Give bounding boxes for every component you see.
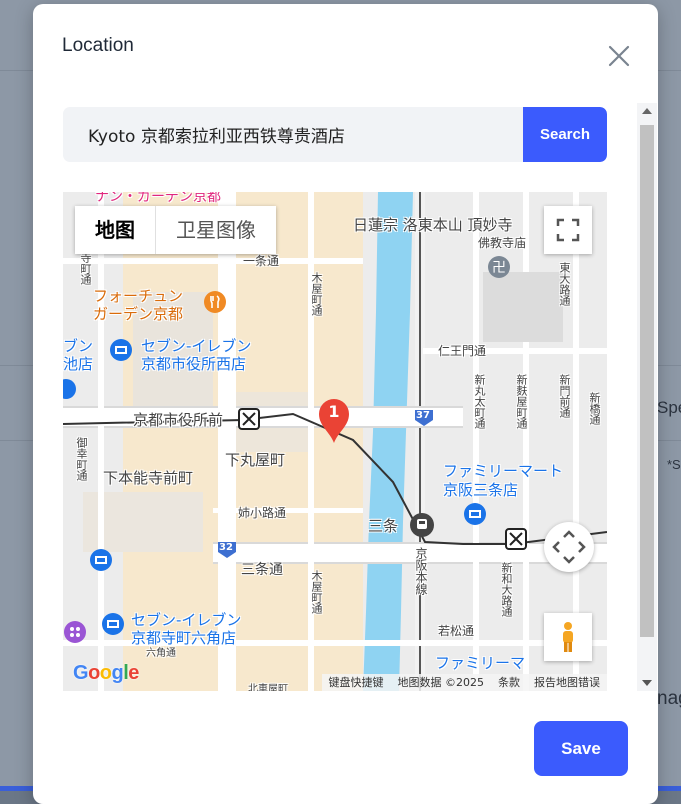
search-button[interactable]: Search xyxy=(523,107,607,162)
location-search-bar: Search xyxy=(63,107,607,162)
map-label-ichijo: 一条通 xyxy=(243,254,280,268)
map-label-seven-left-2: 池店 xyxy=(63,355,94,373)
close-icon xyxy=(608,45,630,67)
pan-arrows-icon xyxy=(552,530,586,564)
fullscreen-button[interactable] xyxy=(544,206,592,254)
map-label-gokomachi: 御幸町通 xyxy=(75,437,88,481)
map-label-anekoji: 姉小路通 xyxy=(238,506,287,520)
map-label-temple: 日蓮宗 洛東本山 頂妙寺 xyxy=(353,216,513,234)
route-32-label: 32 xyxy=(219,542,233,553)
marker-label: 1 xyxy=(328,402,340,421)
map-label-city-hall-station: 京都市役所前 xyxy=(133,411,224,429)
report-error-link[interactable]: 报告地图错误 xyxy=(527,674,607,691)
street-view-button[interactable] xyxy=(544,613,592,661)
map-label-seven-west-2: 京都市役所西店 xyxy=(141,355,247,373)
background-text: nag xyxy=(657,688,681,709)
map-label-higashiyama: 東大路通 xyxy=(558,262,571,306)
convenience-store-icon[interactable] xyxy=(101,612,125,636)
terms-link[interactable]: 条款 xyxy=(491,674,527,691)
map-label-shimohonnoji: 下本能寺前町 xyxy=(103,469,194,487)
convenience-store-icon[interactable] xyxy=(463,502,487,526)
modal-title: Location xyxy=(62,35,134,56)
map-type-satellite-tab[interactable]: 卫星图像 xyxy=(155,206,276,254)
map-label-fortune-2: ガーデン京都 xyxy=(93,305,184,323)
map-label-shinmaruta: 新丸太町通 xyxy=(473,374,486,429)
scroll-down-arrow-icon[interactable] xyxy=(642,680,652,686)
subway-station-icon[interactable] xyxy=(238,408,260,430)
map-data-text: 地图数据 ©2025 xyxy=(397,676,485,689)
map-label-familymart-bottom: ファミリーマ xyxy=(435,654,526,672)
modal-scrollbar[interactable] xyxy=(637,103,657,691)
scroll-thumb[interactable] xyxy=(640,125,654,637)
convenience-store-icon[interactable] xyxy=(63,378,77,400)
train-station-icon[interactable] xyxy=(409,512,435,538)
route-37-label: 37 xyxy=(416,410,430,421)
map-label-keihan: 京阪本線 xyxy=(414,547,428,595)
shopping-icon[interactable] xyxy=(63,620,87,644)
map-label-kiyamachi: 木屋町通 xyxy=(310,272,323,316)
location-modal: Location Search xyxy=(33,4,658,804)
map-type-map-tab[interactable]: 地图 xyxy=(75,206,155,254)
background-text: *S xyxy=(667,457,681,472)
map-label-sanjo-station: 三条 xyxy=(368,517,399,535)
convenience-store-icon[interactable] xyxy=(109,338,133,362)
map-label-shinnawate: 新和大路通 xyxy=(500,562,513,617)
location-marker[interactable]: 1 xyxy=(317,398,351,444)
map-attribution: 键盘快捷键 地图数据 ©2025 条款 报告地图错误 xyxy=(321,674,607,691)
google-logo: Google xyxy=(73,662,139,684)
convenience-store-icon[interactable] xyxy=(89,548,113,572)
restaurant-icon[interactable] xyxy=(203,290,227,314)
svg-text:卍: 卍 xyxy=(492,260,506,276)
map-label-familymart-1: ファミリーマート xyxy=(443,462,564,480)
save-button[interactable]: Save xyxy=(534,721,628,776)
map-label-shinmonzen: 新門前通 xyxy=(558,374,571,418)
map-label-teramachi: 寺町通 xyxy=(79,252,92,285)
map-label-rokkaku: 六角通 xyxy=(146,648,176,659)
temple-icon[interactable]: 卍 xyxy=(487,255,511,279)
map-label-sanjo-dori: 三条通 xyxy=(241,562,283,578)
map-label-top-partial: ナン・ガーデン京都 xyxy=(95,192,221,205)
map-label-shimomaruya: 下丸屋町 xyxy=(225,451,286,469)
scroll-up-arrow-icon[interactable] xyxy=(642,108,652,114)
background-text: Spe xyxy=(657,398,681,417)
map-label-temple-type: 佛教寺庙 xyxy=(478,236,527,250)
fullscreen-icon xyxy=(556,218,580,242)
location-search-input[interactable] xyxy=(63,107,523,162)
pegman-icon xyxy=(563,622,573,652)
map-label-niomon: 仁王門通 xyxy=(438,344,487,358)
map-view[interactable]: 一条通 日蓮宗 洛東本山 頂妙寺 佛教寺庙 仁王門通 フォーチュン ガーデン京都… xyxy=(63,192,607,691)
subway-station-icon[interactable] xyxy=(505,528,527,550)
map-label-takamatsu: 若松通 xyxy=(438,624,475,638)
map-label-shinfuya: 新麩屋町通 xyxy=(515,374,528,429)
map-type-control: 地图 卫星图像 xyxy=(75,206,276,254)
pan-control-button[interactable] xyxy=(544,522,594,572)
map-label-kitakuruma: 北車屋町 xyxy=(248,684,288,691)
map-label-shinbashi: 新橋通 xyxy=(588,392,601,425)
keyboard-shortcuts-link[interactable]: 键盘快捷键 xyxy=(322,674,391,691)
map-label-familymart-2: 京阪三条店 xyxy=(443,481,519,499)
close-button[interactable] xyxy=(605,42,633,70)
map-label-kiyamachi-2: 木屋町通 xyxy=(310,570,323,614)
